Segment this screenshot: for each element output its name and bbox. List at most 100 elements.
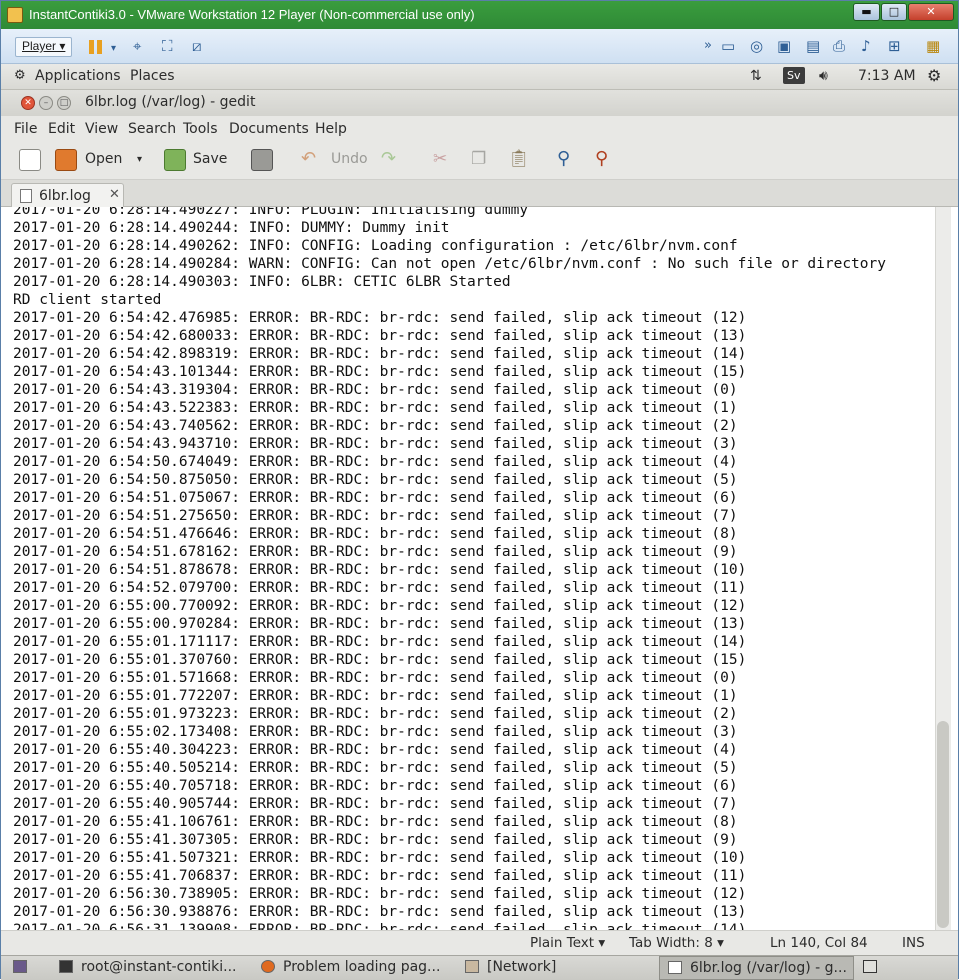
tab-close-icon[interactable]: ✕ [109, 187, 120, 202]
log-line: 2017-01-20 6:54:51.075067: ERROR: BR-RDC… [13, 490, 738, 506]
cd-drive-icon[interactable]: ◎ [750, 38, 763, 54]
log-line: 2017-01-20 6:28:14.490303: INFO: 6LBR: C… [13, 274, 511, 290]
log-line: 2017-01-20 6:55:40.905744: ERROR: BR-RDC… [13, 796, 738, 812]
log-line: 2017-01-20 6:55:02.173408: ERROR: BR-RDC… [13, 724, 738, 740]
copy-icon[interactable]: ❐ [471, 149, 486, 169]
network-updown-icon[interactable]: ⇅ [750, 68, 762, 84]
gnome-bottom-panel: root@instant-contiki... Problem loading … [1, 955, 958, 980]
redo-arrow-icon[interactable]: ↷ [381, 148, 396, 169]
undo-arrow-icon[interactable]: ↶ [301, 148, 316, 169]
tab-width-label: Tab Width: 8 [629, 935, 713, 951]
maximize-window-icon[interactable]: □ [57, 96, 71, 110]
vmware-app-icon [7, 7, 23, 23]
paste-icon[interactable]: 📋︎ [508, 149, 530, 169]
maximize-button[interactable]: □ [881, 3, 907, 21]
applications-menu[interactable]: Applications [35, 68, 121, 84]
new-document-icon[interactable] [19, 149, 41, 171]
print-icon[interactable] [251, 149, 273, 171]
log-line: 2017-01-20 6:55:01.370760: ERROR: BR-RDC… [13, 652, 747, 668]
minimize-button[interactable]: ▬ [853, 3, 880, 21]
task-firefox[interactable]: Problem loading pag... [261, 956, 451, 980]
close-button[interactable]: ✕ [908, 3, 954, 21]
log-line: RD client started [13, 292, 162, 308]
cut-icon[interactable]: ✂ [433, 149, 447, 169]
menu-edit[interactable]: Edit [48, 121, 75, 137]
keyboard-layout-indicator[interactable]: Sv [783, 67, 805, 84]
task-gedit[interactable]: 6lbr.log (/var/log) - g... [659, 956, 854, 980]
menu-search[interactable]: Search [128, 121, 176, 137]
log-line: 2017-01-20 6:54:42.476985: ERROR: BR-RDC… [13, 310, 747, 326]
show-desktop-icon[interactable] [13, 956, 37, 980]
tab-label: 6lbr.log [39, 188, 91, 204]
log-line: 2017-01-20 6:55:00.970284: ERROR: BR-RDC… [13, 616, 747, 632]
clock[interactable]: 7:13 AM [858, 68, 916, 84]
language-label: Plain Text [530, 935, 595, 951]
menu-documents[interactable]: Documents [229, 121, 309, 137]
log-line: 2017-01-20 6:55:01.171117: ERROR: BR-RDC… [13, 634, 747, 650]
log-line: 2017-01-20 6:55:00.770092: ERROR: BR-RDC… [13, 598, 747, 614]
ubuntu-logo-icon[interactable]: ⚙ [14, 68, 26, 83]
save-button[interactable]: Save [193, 151, 227, 167]
find-replace-icon[interactable]: ⚲ [595, 148, 608, 169]
more-devices-icon[interactable]: » [704, 38, 712, 54]
unity-icon[interactable]: ⧄ [192, 38, 202, 54]
text-editor[interactable]: 2017-01-20 6:28:14.490227: INFO: PLUGIN:… [1, 207, 958, 930]
usb-device-icon[interactable]: ⊞ [888, 38, 901, 54]
places-menu[interactable]: Places [130, 68, 175, 84]
log-line: 2017-01-20 6:54:51.476646: ERROR: BR-RDC… [13, 526, 738, 542]
player-menu[interactable]: Player ▾ [15, 37, 73, 57]
network-adapter-icon[interactable]: ▤ [806, 38, 820, 54]
log-line: 2017-01-20 6:56:30.738905: ERROR: BR-RDC… [13, 886, 747, 902]
log-line: 2017-01-20 6:28:14.490244: INFO: DUMMY: … [13, 220, 450, 236]
log-line: 2017-01-20 6:55:01.571668: ERROR: BR-RDC… [13, 670, 738, 686]
log-line: 2017-01-20 6:55:41.507321: ERROR: BR-RDC… [13, 850, 747, 866]
menu-view[interactable]: View [85, 121, 118, 137]
log-line: 2017-01-20 6:54:51.275650: ERROR: BR-RDC… [13, 508, 738, 524]
open-recent-dropdown-icon[interactable]: ▾ [137, 154, 142, 165]
text-file-icon [20, 189, 32, 203]
tab-6lbr-log[interactable]: 6lbr.log ✕ [11, 183, 124, 208]
log-line: 2017-01-20 6:55:41.307305: ERROR: BR-RDC… [13, 832, 738, 848]
log-line: 2017-01-20 6:54:51.878678: ERROR: BR-RDC… [13, 562, 747, 578]
session-gear-icon[interactable]: ⚙ [927, 66, 941, 85]
task-terminal[interactable]: root@instant-contiki... [59, 956, 247, 980]
workspace-switcher-icon[interactable] [863, 956, 885, 980]
sound-card-icon[interactable]: ♪ [861, 38, 871, 54]
printer-device-icon[interactable]: ⎙ [833, 38, 845, 54]
task-network-folder[interactable]: [Network] [465, 956, 655, 980]
language-selector[interactable]: Plain Text ▾ [530, 935, 605, 951]
volume-icon[interactable]: 🔊︎ [819, 68, 828, 84]
gedit-statusbar: Plain Text ▾ Tab Width: 8 ▾ Ln 140, Col … [1, 930, 958, 955]
send-ctrl-alt-del-icon[interactable]: ⌖ [133, 38, 141, 54]
log-line: 2017-01-20 6:55:40.705718: ERROR: BR-RDC… [13, 778, 738, 794]
menu-file[interactable]: File [14, 121, 37, 137]
minimize-window-icon[interactable]: – [39, 96, 53, 110]
gedit-toolbar: Open ▾ Save ↶ Undo ↷ ✂ ❐ 📋︎ ⚲ ⚲ [1, 142, 958, 180]
scrollbar-thumb[interactable] [937, 721, 949, 928]
log-line: 2017-01-20 6:55:40.304223: ERROR: BR-RDC… [13, 742, 738, 758]
log-line: 2017-01-20 6:56:30.938876: ERROR: BR-RDC… [13, 904, 747, 920]
floppy-icon[interactable]: ▣ [777, 38, 791, 54]
pause-dropdown-icon[interactable]: ▾ [111, 41, 116, 57]
gedit-menubar: File Edit View Search Tools Documents He… [1, 116, 958, 142]
close-window-icon[interactable]: ✕ [21, 96, 35, 110]
document-tabs: 6lbr.log ✕ [1, 180, 958, 208]
vmware-window-title: InstantContiki3.0 - VMware Workstation 1… [29, 7, 475, 22]
save-icon[interactable] [164, 149, 186, 171]
menu-tools[interactable]: Tools [183, 121, 218, 137]
log-line: 2017-01-20 6:55:01.973223: ERROR: BR-RDC… [13, 706, 738, 722]
tab-width-selector[interactable]: Tab Width: 8 ▾ [629, 935, 724, 951]
log-line: 2017-01-20 6:28:14.490284: WARN: CONFIG:… [13, 256, 886, 272]
log-line: 2017-01-20 6:55:01.772207: ERROR: BR-RDC… [13, 688, 738, 704]
log-line: 2017-01-20 6:54:42.898319: ERROR: BR-RDC… [13, 346, 747, 362]
fullscreen-icon[interactable]: ⛶ [162, 38, 173, 54]
hard-disk-icon[interactable]: ▭ [721, 38, 735, 54]
open-folder-icon[interactable] [55, 149, 77, 171]
pause-icon[interactable] [89, 40, 102, 54]
menu-help[interactable]: Help [315, 121, 347, 137]
message-log-icon[interactable]: ▦ [926, 38, 940, 54]
open-button[interactable]: Open [85, 151, 122, 167]
find-icon[interactable]: ⚲ [557, 148, 570, 169]
log-line: 2017-01-20 6:54:42.680033: ERROR: BR-RDC… [13, 328, 747, 344]
undo-button[interactable]: Undo [331, 151, 368, 167]
